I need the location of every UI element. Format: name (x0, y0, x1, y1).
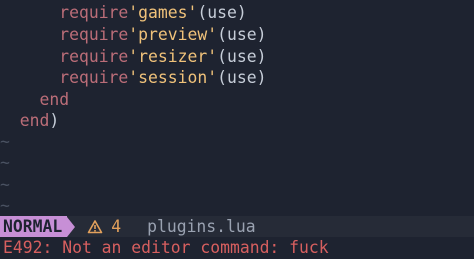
paren-open: ( (197, 3, 208, 22)
filename: plugins.lua (147, 217, 256, 236)
warning-icon (87, 219, 103, 233)
identifier: use (226, 47, 257, 66)
keyword-end: end (39, 90, 70, 109)
paren-open: ( (217, 47, 227, 66)
identifier: use (226, 68, 257, 87)
keyword-require: require (59, 68, 129, 87)
string-literal: 'games' (128, 3, 198, 22)
code-line[interactable]: require'session'(use) (0, 67, 266, 88)
empty-line-tilde: ~ (0, 132, 10, 151)
paren-close: ) (256, 25, 267, 44)
code-line[interactable]: end (0, 89, 69, 110)
command-line-message[interactable]: E492: Not an editor command: fuck (0, 237, 474, 259)
paren-open: ( (217, 68, 227, 87)
keyword-require: require (59, 47, 129, 66)
statusline: NORMAL 4 plugins.lua (0, 216, 474, 237)
string-literal: 'preview' (128, 25, 218, 44)
code-line[interactable]: require'games'(use) (0, 2, 247, 23)
string-literal: 'resizer' (128, 47, 218, 66)
code-line[interactable]: require'resizer'(use) (0, 46, 266, 67)
mode-indicator: NORMAL (0, 216, 68, 237)
paren-close: ) (256, 68, 267, 87)
code-line[interactable]: end) (0, 110, 59, 131)
warning-count: 4 (111, 217, 122, 236)
empty-line-tilde: ~ (0, 175, 10, 194)
identifier: use (207, 3, 237, 22)
paren-close: ) (236, 3, 247, 22)
code-line[interactable]: require'preview'(use) (0, 24, 266, 45)
identifier: use (226, 25, 257, 44)
empty-line-tilde: ~ (0, 153, 10, 172)
paren-open: ( (217, 25, 227, 44)
paren-close: ) (256, 47, 267, 66)
keyword-require: require (59, 3, 129, 22)
editor-buffer[interactable]: require'games'(use) require'preview'(use… (0, 0, 474, 216)
mode-separator (67, 216, 76, 237)
string-literal: 'session' (128, 68, 218, 87)
empty-line-tilde: ~ (0, 196, 10, 215)
diagnostics-warnings[interactable]: 4 (87, 216, 121, 237)
keyword-end: end (19, 111, 50, 130)
keyword-require: require (59, 25, 129, 44)
paren-close: ) (49, 111, 60, 130)
